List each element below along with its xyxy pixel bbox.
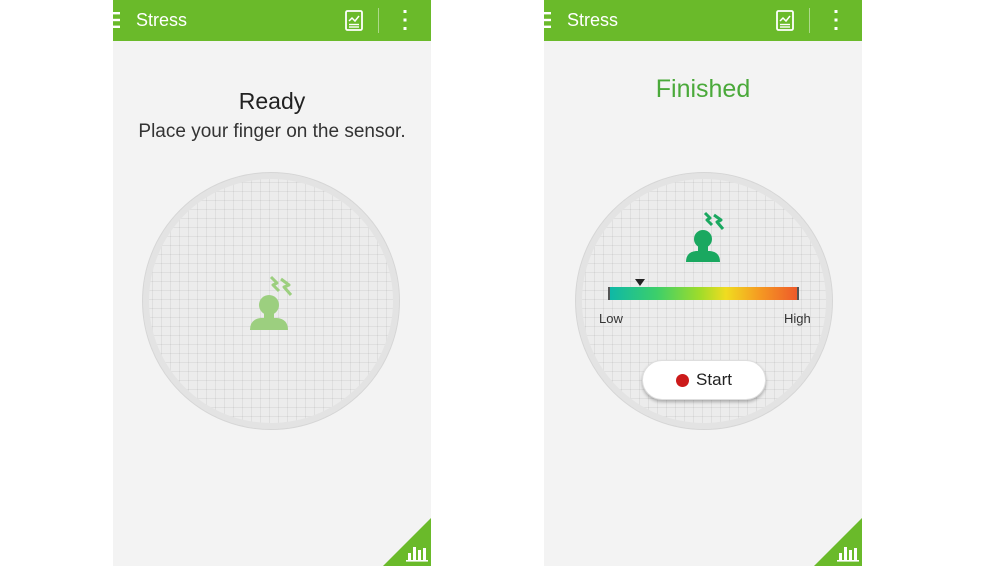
status-title: Ready — [238, 88, 306, 114]
history-chart-tab[interactable] — [814, 518, 862, 566]
status-title: Finished — [655, 75, 751, 103]
start-button-label: Start — [696, 370, 732, 389]
menu-icon[interactable] — [544, 11, 551, 29]
app-bar: Stress — [113, 0, 431, 41]
scale-low-label: Low — [599, 311, 623, 326]
start-button[interactable]: Start — [642, 360, 766, 400]
app-title: Stress — [567, 10, 619, 30]
more-vert-icon[interactable] — [400, 9, 410, 31]
record-dot-icon — [676, 373, 690, 387]
stressed-head-icon — [250, 275, 293, 330]
ready-screen: Stress Ready Place your finger on the se… — [113, 0, 431, 566]
report-icon[interactable] — [345, 10, 363, 31]
more-vert-icon[interactable] — [831, 9, 841, 31]
stress-level-scale — [608, 287, 799, 300]
app-bar: Stress — [544, 0, 862, 41]
app-title: Stress — [136, 10, 188, 30]
appbar-divider — [378, 8, 379, 33]
result-screen: Stress Finished Low High Start — [544, 0, 862, 566]
menu-icon[interactable] — [113, 11, 120, 29]
scale-high-label: High — [784, 311, 811, 326]
instruction-text: Place your finger on the sensor. — [138, 121, 406, 142]
history-chart-tab[interactable] — [383, 518, 431, 566]
appbar-divider — [809, 8, 810, 33]
stressed-head-icon — [686, 211, 725, 262]
stress-level-marker — [635, 279, 646, 286]
report-icon[interactable] — [776, 10, 794, 31]
